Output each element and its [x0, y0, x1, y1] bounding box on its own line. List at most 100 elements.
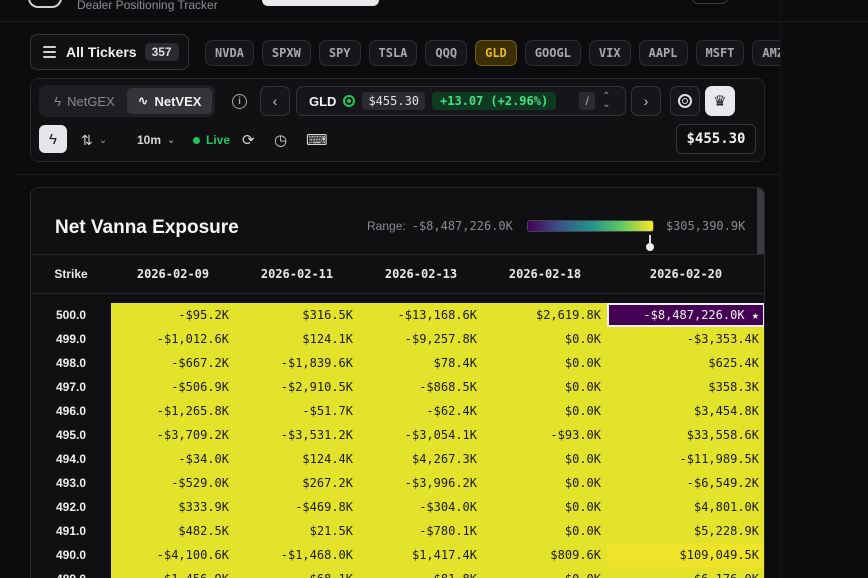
- heatmap-cell[interactable]: $1,456.9K: [111, 567, 235, 578]
- mode-netvex-button[interactable]: ∿ NetVEX: [127, 88, 212, 114]
- heatmap-cell[interactable]: $124.1K: [235, 327, 359, 351]
- heatmap-cell[interactable]: $4,267.3K: [359, 447, 483, 471]
- ticker-chip-qqq[interactable]: QQQ: [425, 40, 468, 66]
- ticker-chip-msft[interactable]: MSFT: [695, 40, 745, 66]
- heatmap-title: Net Vanna Exposure: [55, 217, 239, 238]
- ticker-chip-googl[interactable]: GOOGL: [524, 40, 581, 66]
- heatmap-cell[interactable]: -$780.1K: [359, 519, 483, 543]
- heatmap-cell[interactable]: $0.0K: [483, 399, 607, 423]
- refresh-button[interactable]: ⟳: [242, 125, 255, 155]
- header-expiry[interactable]: 2026-02-11: [235, 267, 359, 281]
- heatmap-cell[interactable]: -$2,910.5K: [235, 375, 359, 399]
- heatmap-cell[interactable]: -$529.0K: [111, 471, 235, 495]
- heatmap-cell[interactable]: -$95.2K: [111, 303, 235, 327]
- heatmap-cell[interactable]: -$3,709.2K: [111, 423, 235, 447]
- heatmap-cell[interactable]: -$3,054.1K: [359, 423, 483, 447]
- heatmap-cell[interactable]: -$93.0K: [483, 423, 607, 447]
- header-expiry[interactable]: 2026-02-20: [607, 267, 764, 281]
- heatmap-cell[interactable]: $3,454.8K: [607, 399, 764, 423]
- top-search-pill[interactable]: [262, 0, 379, 6]
- heatmap-cell[interactable]: $0.0K: [483, 375, 607, 399]
- heatmap-cell[interactable]: $0.0K: [483, 567, 607, 578]
- heatmap-cell[interactable]: $625.4K: [607, 351, 764, 375]
- heatmap-cell[interactable]: -$9,257.8K: [359, 327, 483, 351]
- heatmap-cell[interactable]: -$11,989.5K: [607, 447, 764, 471]
- heatmap-cell[interactable]: $482.5K: [111, 519, 235, 543]
- heatmap-cell[interactable]: $0.0K: [483, 327, 607, 351]
- ticker-chip-amzn[interactable]: AMZN: [752, 40, 781, 66]
- heatmap-cell[interactable]: -$868.5K: [359, 375, 483, 399]
- heatmap-cell[interactable]: $0.0K: [483, 519, 607, 543]
- heatmap-cell[interactable]: $21.5K: [235, 519, 359, 543]
- header-strike: Strike: [54, 267, 88, 281]
- heatmap-cell[interactable]: $358.3K: [607, 375, 764, 399]
- app-subtitle: Dealer Positioning Tracker: [77, 0, 218, 12]
- header-expiry[interactable]: 2026-02-09: [111, 267, 235, 281]
- heatmap-cell[interactable]: $267.2K: [235, 471, 359, 495]
- heatmap-cell[interactable]: -$667.2K: [111, 351, 235, 375]
- heatmap-cell[interactable]: $124.4K: [235, 447, 359, 471]
- flash-button[interactable]: ϟ: [39, 125, 67, 153]
- heatmap-cell[interactable]: -$51.7K: [235, 399, 359, 423]
- chevron-down-icon: ⌄: [167, 134, 176, 146]
- info-icon[interactable]: i: [232, 94, 247, 109]
- keyboard-button[interactable]: ⌨: [306, 125, 328, 155]
- premium-button[interactable]: ♛: [705, 86, 735, 116]
- heatmap-cell[interactable]: $78.4K: [359, 351, 483, 375]
- all-tickers-button[interactable]: All Tickers 357: [30, 34, 189, 70]
- heatmap-cell[interactable]: $316.5K: [235, 303, 359, 327]
- heatmap-cell[interactable]: -$1,839.6K: [235, 351, 359, 375]
- colorscale-bar: [526, 220, 654, 232]
- top-menu-button[interactable]: [692, 0, 728, 4]
- heatmap-cell[interactable]: -$1,012.6K: [111, 327, 235, 351]
- heatmap-cell[interactable]: $0.0K: [483, 351, 607, 375]
- scrollbar[interactable]: [757, 188, 764, 254]
- header-expiry[interactable]: 2026-02-13: [359, 267, 483, 281]
- interval-dropdown[interactable]: 10m ⌄: [137, 125, 175, 155]
- ticker-chip-aapl[interactable]: AAPL: [638, 40, 688, 66]
- heatmap-cell[interactable]: $109,049.5K: [607, 543, 764, 567]
- heatmap-cell[interactable]: $2,619.8K: [483, 303, 607, 327]
- heatmap-cell[interactable]: -$4,100.6K: [111, 543, 235, 567]
- target-button[interactable]: [670, 86, 700, 116]
- heatmap-cell[interactable]: -$506.9K: [111, 375, 235, 399]
- header-expiry[interactable]: 2026-02-18: [483, 267, 607, 281]
- heatmap-cell[interactable]: -$13,168.6K: [359, 303, 483, 327]
- heatmap-cell[interactable]: -$81.8K: [359, 567, 483, 578]
- heatmap-cell[interactable]: -$6,549.2K: [607, 471, 764, 495]
- next-ticker-button[interactable]: ›: [631, 86, 661, 116]
- ticker-chip-nvda[interactable]: NVDA: [205, 40, 254, 66]
- heatmap-cell[interactable]: -$469.8K: [235, 495, 359, 519]
- heatmap-cell[interactable]: $4,801.0K: [607, 495, 764, 519]
- heatmap-cell[interactable]: $33,558.6K: [607, 423, 764, 447]
- heatmap-cell[interactable]: $0.0K: [483, 471, 607, 495]
- heatmap-cell[interactable]: -$62.4K: [359, 399, 483, 423]
- mode-netgex-button[interactable]: ϟ NetGEX: [42, 88, 127, 114]
- heatmap-cell[interactable]: -$8,487,226.0K ★: [607, 303, 764, 327]
- heatmap-cell[interactable]: $6,176.0K: [607, 567, 764, 578]
- heatmap-cell[interactable]: $5,228.9K: [607, 519, 764, 543]
- heatmap-cell[interactable]: -$3,531.2K: [235, 423, 359, 447]
- ticker-chip-spy[interactable]: SPY: [318, 40, 361, 66]
- sort-updown-icon[interactable]: ⌃ ⌄: [602, 92, 610, 110]
- prev-ticker-button[interactable]: ‹: [260, 86, 290, 116]
- heatmap-cell[interactable]: -$1,265.8K: [111, 399, 235, 423]
- heatmap-cell[interactable]: -$304.0K: [359, 495, 483, 519]
- ticker-chip-spxw[interactable]: SPXW: [261, 40, 311, 66]
- ticker-chip-tsla[interactable]: TSLA: [368, 40, 418, 66]
- heatmap-cell[interactable]: -$3,353.4K: [607, 327, 764, 351]
- heatmap-cell[interactable]: $809.6K: [483, 543, 607, 567]
- heatmap-cell[interactable]: $0.0K: [483, 495, 607, 519]
- heatmap-cell[interactable]: -$68.1K: [235, 567, 359, 578]
- sort-dropdown[interactable]: ⇅ ⌄: [81, 125, 107, 155]
- heatmap-cell[interactable]: $0.0K: [483, 447, 607, 471]
- heatmap-cell[interactable]: $1,417.4K: [359, 543, 483, 567]
- ticker-chip-gld[interactable]: GLD: [475, 40, 517, 66]
- heatmap-cell[interactable]: $333.9K: [111, 495, 235, 519]
- live-indicator[interactable]: Live: [193, 125, 230, 155]
- history-button[interactable]: ◷: [274, 125, 287, 155]
- heatmap-cell[interactable]: -$34.0K: [111, 447, 235, 471]
- heatmap-cell[interactable]: -$3,996.2K: [359, 471, 483, 495]
- ticker-chip-vix[interactable]: VIX: [588, 40, 631, 66]
- heatmap-cell[interactable]: -$1,468.0K: [235, 543, 359, 567]
